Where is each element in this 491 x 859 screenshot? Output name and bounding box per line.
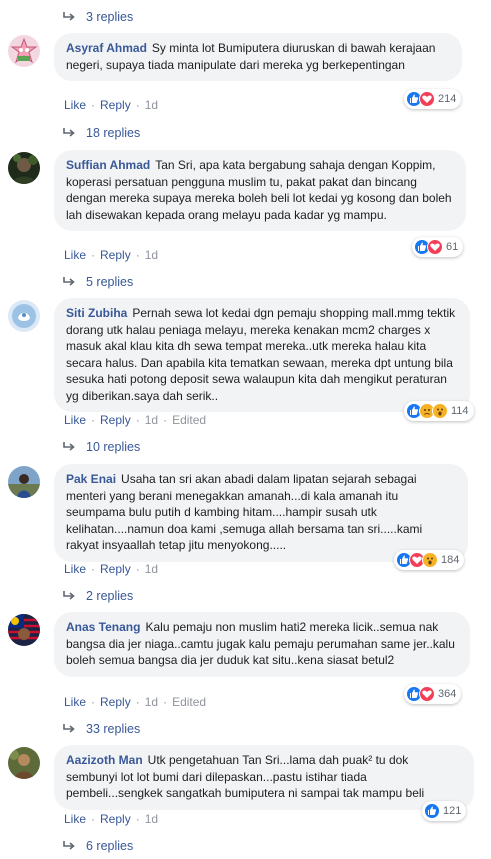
comment-author[interactable]: Aazizoth Man [66, 753, 143, 767]
reactions-summary[interactable]: 214 [404, 89, 462, 109]
comment-author[interactable]: Asyraf Ahmad [66, 41, 147, 55]
replies-count-label: 2 replies [86, 589, 134, 603]
view-replies-link[interactable]: 5 replies [62, 273, 133, 291]
edited-label[interactable]: Edited [172, 695, 206, 709]
reaction-count: 61 [446, 241, 459, 253]
replies-count-label: 18 replies [86, 126, 141, 140]
comment-text: Usaha tan sri akan abadi dalam lipatan s… [66, 472, 423, 552]
replies-count-label: 10 replies [86, 440, 141, 454]
love-icon [419, 686, 435, 702]
reply-action[interactable]: Reply [100, 562, 131, 576]
timestamp[interactable]: 1d [145, 413, 158, 427]
comment-actions: Like · Reply · 1d [64, 98, 159, 112]
reactions-summary[interactable]: 114 [404, 401, 474, 421]
reply-arrow-icon [62, 590, 76, 602]
love-icon [427, 239, 443, 255]
reaction-count: 121 [443, 805, 462, 817]
like-action[interactable]: Like [64, 413, 86, 427]
reactions-summary[interactable]: 184 [394, 550, 465, 570]
replies-count-label: 33 replies [86, 722, 141, 736]
comment-author[interactable]: Suffian Ahmad [66, 158, 150, 172]
timestamp[interactable]: 1d [145, 812, 158, 826]
avatar[interactable] [8, 614, 40, 646]
avatar[interactable] [8, 35, 40, 67]
comment-author[interactable]: Pak Enai [66, 472, 116, 486]
comment-actions: Like · Reply · 1d [64, 248, 159, 262]
view-replies-link[interactable]: 33 replies [62, 720, 140, 738]
comment-actions: Like · Reply · 1d [64, 812, 159, 826]
comment-bubble: Anas Tenang Kalu pemaju non muslim hati2 … [54, 612, 470, 677]
reply-action[interactable]: Reply [100, 413, 131, 427]
timestamp[interactable]: 1d [145, 248, 158, 262]
edited-label[interactable]: Edited [172, 413, 206, 427]
view-replies-link[interactable]: 6 replies [62, 837, 133, 855]
timestamp[interactable]: 1d [145, 695, 158, 709]
comment-bubble: Aazizoth Man Utk pengetahuan Tan Sri...la… [54, 745, 474, 810]
wow-icon [422, 552, 438, 568]
reply-arrow-icon [62, 11, 76, 23]
like-icon [424, 803, 440, 819]
wow-icon [432, 403, 448, 419]
reactions-summary[interactable]: 121 [422, 801, 467, 821]
view-replies-link[interactable]: 18 replies [62, 124, 140, 142]
avatar[interactable] [8, 300, 40, 332]
timestamp[interactable]: 1d [145, 98, 158, 112]
comment-text: Pernah sewa lot kedai dgn pemaju shoppin… [66, 306, 456, 403]
comment-author[interactable]: Siti Zubiha [66, 306, 127, 320]
comment-bubble: Siti Zubiha Pernah sewa lot kedai dgn pem… [54, 298, 470, 412]
reactions-summary[interactable]: 61 [412, 237, 464, 257]
love-icon [419, 91, 435, 107]
view-replies-link[interactable]: 2 replies [62, 587, 133, 605]
comment-author[interactable]: Anas Tenang [66, 620, 140, 634]
replies-count-label: 5 replies [86, 275, 134, 289]
reply-arrow-icon [62, 276, 76, 288]
comment-bubble: Suffian Ahmad Tan Sri, apa kata bergabung… [54, 150, 466, 231]
reply-action[interactable]: Reply [100, 812, 131, 826]
reply-arrow-icon [62, 441, 76, 453]
reaction-count: 364 [438, 688, 457, 700]
reply-arrow-icon [62, 127, 76, 139]
replies-count-label: 3 replies [86, 10, 134, 24]
like-action[interactable]: Like [64, 248, 86, 262]
comment-actions: Like · Reply · 1d · Edited [64, 695, 207, 709]
timestamp[interactable]: 1d [145, 562, 158, 576]
like-action[interactable]: Like [64, 812, 86, 826]
reply-arrow-icon [62, 840, 76, 852]
reaction-count: 214 [438, 93, 457, 105]
reply-arrow-icon [62, 723, 76, 735]
reaction-count: 114 [451, 405, 469, 417]
reply-action[interactable]: Reply [100, 248, 131, 262]
replies-count-label: 6 replies [86, 839, 134, 853]
comment-bubble: Pak Enai Usaha tan sri akan abadi dalam l… [54, 464, 468, 562]
avatar[interactable] [8, 152, 40, 184]
like-action[interactable]: Like [64, 98, 86, 112]
avatar[interactable] [8, 747, 40, 779]
view-replies-link[interactable]: 10 replies [62, 438, 140, 456]
like-action[interactable]: Like [64, 695, 86, 709]
reply-action[interactable]: Reply [100, 695, 131, 709]
view-replies-link[interactable]: 3 replies [62, 8, 133, 26]
reaction-count: 184 [441, 554, 460, 566]
comment-actions: Like · Reply · 1d [64, 562, 159, 576]
reply-action[interactable]: Reply [100, 98, 131, 112]
like-action[interactable]: Like [64, 562, 86, 576]
comment-bubble: Asyraf Ahmad Sy minta lot Bumiputera diur… [54, 33, 462, 81]
avatar[interactable] [8, 466, 40, 498]
comment-actions: Like · Reply · 1d · Edited [64, 413, 207, 427]
reactions-summary[interactable]: 364 [404, 684, 462, 704]
